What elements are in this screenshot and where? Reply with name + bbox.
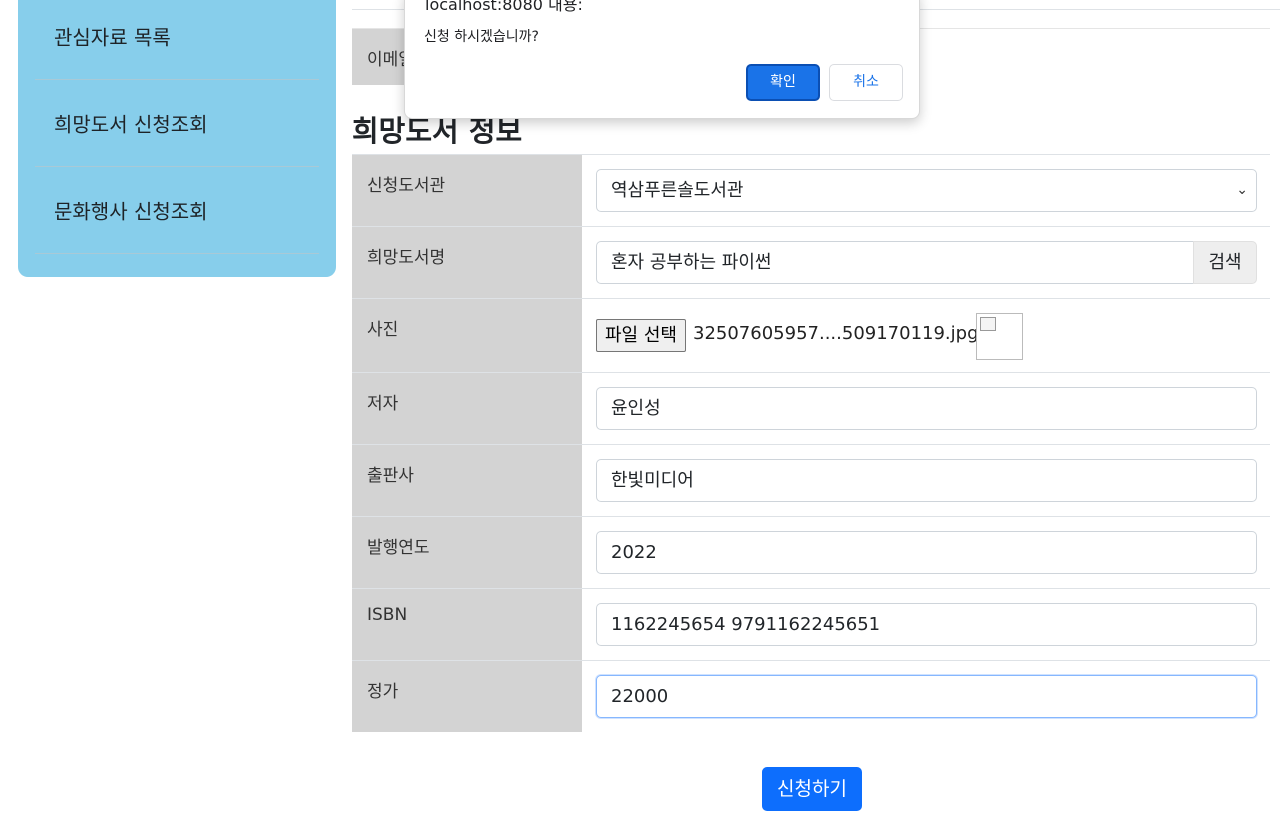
isbn-input[interactable]: 1162245654 9791162245651 xyxy=(596,603,1257,646)
dialog-ok-button[interactable]: 확인 xyxy=(746,64,820,101)
library-select[interactable]: 역삼푸른솔도서관 ⌄ xyxy=(596,169,1257,212)
publisher-label: 출판사 xyxy=(367,466,414,486)
price-row: 정가 22000 xyxy=(352,660,1270,732)
library-select-value: 역삼푸른솔도서관 xyxy=(611,180,744,201)
dialog-cancel-button[interactable]: 취소 xyxy=(829,64,903,101)
submit-button[interactable]: 신청하기 xyxy=(762,767,862,811)
sidebar-item-event-inquiry[interactable]: 문화행사 신청조회 xyxy=(35,167,319,254)
photo-label-cell: 사진 xyxy=(352,299,582,372)
book-title-input[interactable]: 혼자 공부하는 파이썬 xyxy=(596,241,1194,284)
year-value-cell: 2022 xyxy=(596,517,1257,588)
sidebar-item-wishbook-inquiry[interactable]: 희망도서 신청조회 xyxy=(35,80,319,167)
dialog-origin: localhost:8080 내용: xyxy=(425,0,583,14)
search-button[interactable]: 검색 xyxy=(1193,241,1257,284)
isbn-label: ISBN xyxy=(367,605,408,625)
wishbook-form-table: 신청도서관 역삼푸른솔도서관 ⌄ 희망도서명 혼자 공부하는 파이썬 검색 사진… xyxy=(352,154,1270,732)
broken-image-icon xyxy=(980,317,996,331)
book-title-value-cell: 혼자 공부하는 파이썬 검색 xyxy=(596,227,1257,298)
author-value-cell: 윤인성 xyxy=(596,373,1257,444)
author-row: 저자 윤인성 xyxy=(352,372,1270,444)
photo-value-cell: 파일 선택 32507605957....509170119.jpg xyxy=(596,299,1257,372)
year-input[interactable]: 2022 xyxy=(596,531,1257,574)
price-label-cell: 정가 xyxy=(352,661,582,732)
author-input[interactable]: 윤인성 xyxy=(596,387,1257,430)
sidebar: 관심자료 목록 희망도서 신청조회 문화행사 신청조회 xyxy=(18,0,336,277)
confirm-dialog: localhost:8080 내용: 신청 하시겠습니까? 확인 취소 xyxy=(404,0,920,119)
author-label-cell: 저자 xyxy=(352,373,582,444)
photo-label: 사진 xyxy=(367,320,399,340)
dialog-message: 신청 하시겠습니까? xyxy=(424,29,539,45)
chevron-down-icon: ⌄ xyxy=(1236,182,1248,198)
publisher-label-cell: 출판사 xyxy=(352,445,582,516)
library-label: 신청도서관 xyxy=(367,176,446,196)
isbn-label-cell: ISBN xyxy=(352,589,582,660)
library-row: 신청도서관 역삼푸른솔도서관 ⌄ xyxy=(352,154,1270,226)
sidebar-item-label: 문화행사 신청조회 xyxy=(54,199,208,224)
selected-file-name: 32507605957....509170119.jpg xyxy=(693,323,979,344)
book-title-label: 희망도서명 xyxy=(367,248,446,268)
price-label: 정가 xyxy=(367,682,399,702)
publisher-row: 출판사 한빛미디어 xyxy=(352,444,1270,516)
publisher-input[interactable]: 한빛미디어 xyxy=(596,459,1257,502)
year-label: 발행연도 xyxy=(367,538,430,558)
photo-preview xyxy=(976,313,1023,360)
publisher-value-cell: 한빛미디어 xyxy=(596,445,1257,516)
library-label-cell: 신청도서관 xyxy=(352,155,582,226)
year-row: 발행연도 2022 xyxy=(352,516,1270,588)
price-value-cell: 22000 xyxy=(596,661,1257,732)
book-title-label-cell: 희망도서명 xyxy=(352,227,582,298)
sidebar-item-label: 관심자료 목록 xyxy=(54,25,171,50)
isbn-row: ISBN 1162245654 9791162245651 xyxy=(352,588,1270,660)
file-select-button[interactable]: 파일 선택 xyxy=(596,319,686,352)
sidebar-item-interest-list[interactable]: 관심자료 목록 xyxy=(35,0,319,80)
isbn-value-cell: 1162245654 9791162245651 xyxy=(596,589,1257,660)
book-title-row: 희망도서명 혼자 공부하는 파이썬 검색 xyxy=(352,226,1270,298)
library-value-cell: 역삼푸른솔도서관 ⌄ xyxy=(596,155,1257,226)
year-label-cell: 발행연도 xyxy=(352,517,582,588)
sidebar-item-label: 희망도서 신청조회 xyxy=(54,112,208,137)
photo-row: 사진 파일 선택 32507605957....509170119.jpg xyxy=(352,298,1270,372)
author-label: 저자 xyxy=(367,394,399,414)
price-input[interactable]: 22000 xyxy=(596,675,1257,718)
